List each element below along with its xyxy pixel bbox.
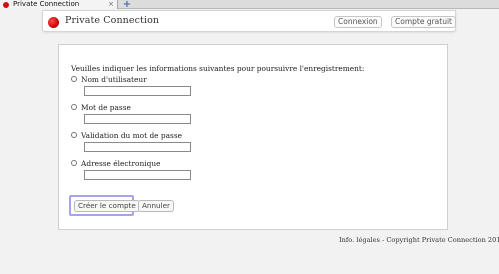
password-confirm-label: Validation du mot de passe (81, 131, 182, 140)
password-input[interactable] (84, 114, 191, 124)
browser-tab-strip: Private Connection × + (0, 0, 499, 10)
red-dot-icon (3, 1, 9, 8)
password-confirm-input[interactable] (84, 142, 191, 152)
cancel-button[interactable]: Annuler (138, 200, 174, 212)
form-intro: Veuilles indiquer les informations suiva… (71, 64, 365, 73)
username-input[interactable] (84, 86, 191, 96)
email-label: Adresse électronique (81, 159, 161, 168)
site-header: Private Connection Connexion Compte grat… (42, 10, 456, 32)
new-tab-plus-icon[interactable]: + (122, 0, 132, 10)
email-input[interactable] (84, 170, 191, 180)
bullet-icon (71, 132, 77, 138)
brand-name: Private Connection (65, 15, 160, 26)
tab-close-icon[interactable]: × (108, 0, 114, 9)
tab-title: Private Connection (13, 0, 80, 8)
bullet-icon (71, 160, 77, 166)
bullet-icon (71, 104, 77, 110)
red-dot-logo-icon (48, 17, 59, 28)
username-label: Nom d'utilisateur (81, 75, 147, 84)
browser-tab[interactable]: Private Connection × (0, 0, 118, 9)
focus-ring: Créer le compte (69, 195, 140, 216)
login-button[interactable]: Connexion (334, 16, 382, 28)
signup-button[interactable]: Compte gratuit (391, 16, 456, 28)
logo (48, 17, 60, 28)
bullet-icon (71, 76, 77, 82)
footer-legal[interactable]: Info. légales - Copyright Private Connec… (339, 236, 499, 244)
password-label: Mot de passe (81, 103, 131, 112)
create-account-button[interactable]: Créer le compte (74, 200, 140, 212)
registration-panel: Veuilles indiquer les informations suiva… (58, 44, 448, 230)
